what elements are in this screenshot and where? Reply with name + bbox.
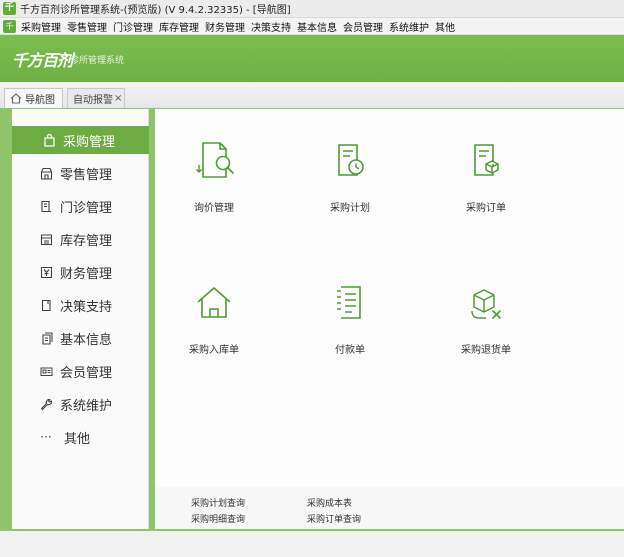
menu-decision[interactable]: 决策支持 [248,19,294,34]
bottom-area [0,531,624,557]
report-links-area: 采购计划查询 采购成本表 采购明细查询 采购订单查询 [155,487,624,529]
warehouse-icon [39,232,53,246]
store-icon [39,166,53,180]
inquiry-icon [196,142,234,178]
sidebar-item-clinic[interactable]: 门诊管理 [12,192,149,220]
sidebar-item-label: 基本信息 [60,332,113,348]
purchase-plan-icon [338,144,364,176]
payment-icon [337,286,361,319]
wrench-icon [39,397,53,411]
sidebar-item-label: 库存管理 [60,233,113,249]
link-purchase-cost-report[interactable]: 采购成本表 [307,496,352,509]
menu-member[interactable]: 会员管理 [340,19,386,34]
finance-icon [39,265,53,279]
sidebar-item-system[interactable]: 系统维护 [12,390,149,418]
sidebar-item-member[interactable]: 会员管理 [12,357,149,385]
sidebar-item-label: 会员管理 [60,365,113,381]
sidebar-item-purchase[interactable]: 采购管理 [12,126,149,154]
tile-purchase-return[interactable]: 采购退货单 [431,281,541,371]
sidebar-item-other[interactable]: ··· 其他 [12,423,149,451]
tile-label: 采购退货单 [461,345,511,356]
home-icon [10,93,22,104]
window-title: 千方百剂诊所管理系统-(预览版) (V 9.4.2.32335) - [导航图] [20,5,291,16]
tab-label: 自动报警 [73,95,113,106]
tile-label: 采购订单 [466,203,506,214]
module-sidebar: 采购管理 零售管理 门诊管理 库存管理 财务管理 决策支持 基本信息 会员管理 … [12,109,149,529]
sidebar-item-label: 采购管理 [63,134,116,150]
brand-logo: 千方百剂 [12,51,73,70]
close-icon[interactable]: × [114,93,122,104]
tile-label: 采购计划 [330,203,370,214]
sidebar-item-decision[interactable]: 决策支持 [12,291,149,319]
brand-subtitle: 诊所管理系统 [70,56,125,66]
menubar: 千 采购管理 零售管理 门诊管理 库存管理 财务管理 决策支持 基本信息 会员管… [0,18,624,35]
more-dots-icon: ··· [40,430,52,444]
app-banner: 千方百剂 诊所管理系统 [0,35,624,82]
link-purchase-plan-query[interactable]: 采购计划查询 [191,496,245,509]
sidebar-item-label: 系统维护 [60,398,113,414]
purchase-return-icon [471,289,501,319]
sidebar-item-label: 财务管理 [60,266,113,282]
tab-label: 导航图 [25,95,55,106]
link-purchase-order-query[interactable]: 采购订单查询 [307,512,361,525]
sidebar-item-retail[interactable]: 零售管理 [12,159,149,187]
menu-system[interactable]: 系统维护 [386,19,432,34]
menubar-app-icon[interactable]: 千 [3,19,16,33]
stock-in-icon [197,287,231,318]
tile-payment[interactable]: 付款单 [295,281,405,371]
member-card-icon [39,364,53,378]
sidebar-item-finance[interactable]: 财务管理 [12,258,149,286]
menu-other[interactable]: 其他 [432,19,458,34]
tile-label: 采购入库单 [189,345,239,356]
tile-inquiry[interactable]: 询价管理 [159,139,269,229]
function-tile-panel: 询价管理 采购计划 采购订单 采购入库单 付款单 采购退货单 [155,109,624,487]
window-titlebar: 千 千方百剂诊所管理系统-(预览版) (V 9.4.2.32335) - [导航… [0,0,624,18]
sidebar-item-label: 其他 [64,431,91,447]
menu-inventory[interactable]: 库存管理 [156,19,202,34]
tile-label: 询价管理 [194,203,234,214]
tile-stock-in[interactable]: 采购入库单 [159,281,269,371]
tile-purchase-plan[interactable]: 采购计划 [295,139,405,229]
decision-icon [39,298,53,312]
clinic-icon [39,199,53,213]
info-icon [39,331,53,345]
app-logo-icon: 千 [3,2,16,15]
tab-navigation[interactable]: 导航图 [4,88,63,108]
tile-purchase-order[interactable]: 采购订单 [431,139,541,229]
menu-clinic[interactable]: 门诊管理 [110,19,156,34]
tab-auto-alarm[interactable]: 自动报警 × [67,88,125,108]
menu-retail[interactable]: 零售管理 [64,19,110,34]
menu-purchase[interactable]: 采购管理 [18,19,64,34]
sidebar-item-label: 零售管理 [60,167,113,183]
menu-basic-info[interactable]: 基本信息 [294,19,340,34]
menu-finance[interactable]: 财务管理 [202,19,248,34]
sidebar-item-label: 决策支持 [60,299,113,315]
document-tabstrip: 导航图 自动报警 × [0,82,624,108]
tile-label: 付款单 [335,345,365,356]
sidebar-item-basic-info[interactable]: 基本信息 [12,324,149,352]
purchase-order-icon [474,144,499,176]
bag-icon [42,133,56,147]
sidebar-item-label: 门诊管理 [60,200,113,216]
sidebar-item-inventory[interactable]: 库存管理 [12,225,149,253]
link-purchase-detail-query[interactable]: 采购明细查询 [191,512,245,525]
